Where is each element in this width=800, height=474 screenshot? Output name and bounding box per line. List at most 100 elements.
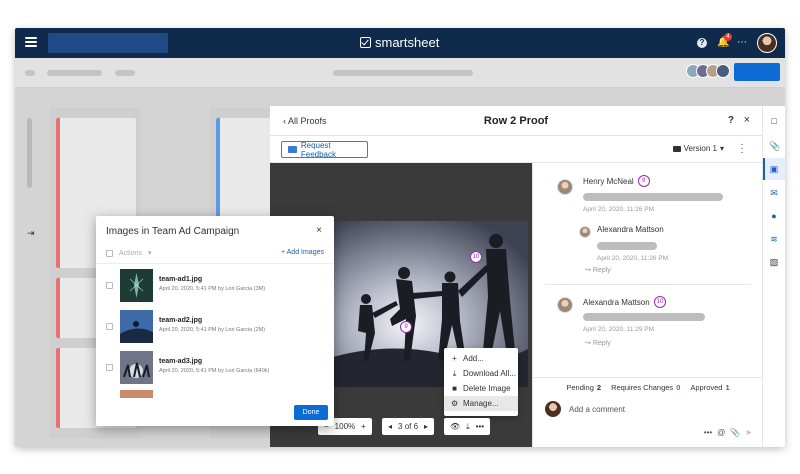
- comment-icon[interactable]: □: [769, 116, 779, 126]
- marker-badge[interactable]: 9: [637, 175, 650, 187]
- manage-images-menu: + Add... ⤓ Download All... ■ Delete Image ⚙…: [444, 348, 518, 416]
- version-selector[interactable]: Version 1 ▾: [672, 144, 724, 153]
- notification-badge: 4: [724, 33, 732, 41]
- comment-actions: ••• @ 📎 ➤: [704, 428, 752, 437]
- apps-grid-icon[interactable]: ⋯: [737, 38, 747, 48]
- author-name: Henry McNeal: [583, 176, 634, 186]
- zoom-level: 100%: [334, 422, 356, 431]
- image-thumbnail: [120, 310, 153, 343]
- image-row[interactable]: team-ad1.jpg April 20, 2020, 5:41 PM by …: [96, 266, 334, 306]
- menu-item-manage[interactable]: ⚙ Manage...: [444, 396, 518, 411]
- add-comment-field[interactable]: Add a comment: [545, 401, 625, 417]
- vertical-scrollbar[interactable]: [27, 118, 32, 188]
- toolbar-placeholder: [333, 70, 473, 76]
- proof-title: Row 2 Proof: [483, 115, 549, 127]
- comment-author: Alexandra Mattson 10: [583, 296, 667, 308]
- page-indicator: 3 of 6: [398, 422, 419, 431]
- proof-header: ‹ All Proofs Row 2 Proof ? ×: [270, 106, 762, 136]
- requires-changes-count: 0: [676, 383, 681, 392]
- toolbar-placeholder: [25, 70, 35, 76]
- update-requests-icon[interactable]: ✉: [769, 188, 779, 198]
- collapse-arrow-icon[interactable]: ⇥: [27, 228, 35, 239]
- approval-status: Pending 2 Requires Changes 0 Approved 1: [533, 383, 763, 392]
- mention-icon[interactable]: @: [717, 428, 725, 437]
- select-all-checkbox[interactable]: [106, 249, 113, 257]
- globe-icon[interactable]: ●: [769, 211, 779, 221]
- attachment-icon[interactable]: 📎: [730, 428, 740, 437]
- request-feedback-button[interactable]: Request Feedback: [281, 141, 368, 159]
- page-controls: ◂ 3 of 6 ▸: [382, 418, 435, 435]
- summary-icon[interactable]: ▧: [769, 257, 779, 267]
- help-icon[interactable]: ?: [728, 115, 734, 126]
- image-thumbnail-partial: [120, 390, 153, 398]
- send-icon[interactable]: ➤: [745, 428, 752, 437]
- menu-label: Add...: [463, 354, 484, 363]
- menu-item-add[interactable]: + Add...: [444, 351, 518, 366]
- comment-marker[interactable]: 9: [400, 321, 412, 333]
- attachment-icon[interactable]: 📎: [769, 141, 780, 151]
- user-avatar[interactable]: [757, 33, 777, 53]
- pending-label: Pending: [566, 383, 594, 392]
- chevron-down-icon: ▾: [147, 250, 152, 257]
- requires-changes-status: Requires Changes 0: [611, 383, 680, 392]
- row-checkbox[interactable]: [106, 323, 113, 330]
- more-horizontal-icon[interactable]: •••: [476, 422, 484, 431]
- reply-label: Reply: [592, 267, 611, 274]
- done-button[interactable]: Done: [294, 405, 328, 420]
- actions-dropdown[interactable]: Actions ▾: [106, 249, 151, 257]
- toolbar-placeholder: [47, 70, 102, 76]
- images-dialog: Images in Team Ad Campaign × Actions ▾ + …: [96, 216, 334, 426]
- comment-text-placeholder: [597, 242, 657, 250]
- comment-text-placeholder: [583, 193, 723, 201]
- more-options-icon[interactable]: · · ·: [740, 140, 744, 158]
- menu-item-delete-image[interactable]: ■ Delete Image: [444, 381, 518, 396]
- zoom-in-icon[interactable]: +: [361, 422, 366, 431]
- proofs-icon[interactable]: ▣: [769, 164, 779, 174]
- comment-timestamp: April 20, 2020, 11:26 PM: [597, 255, 669, 262]
- requires-changes-label: Requires Changes: [611, 383, 674, 392]
- layers-icon: [672, 145, 681, 152]
- image-row[interactable]: team-ad2.jpg April 20, 2020, 5:41 PM by …: [96, 307, 334, 347]
- reply-link[interactable]: ↪ Reply: [585, 339, 611, 347]
- image-thumbnail: [120, 269, 153, 302]
- comment-marker[interactable]: 10: [470, 251, 482, 263]
- top-icons: ? 🔔 4 ⋯: [697, 33, 777, 53]
- image-meta: April 20, 2020, 5:41 PM by Lori Garcia (…: [159, 327, 266, 333]
- pending-count: 2: [596, 383, 602, 392]
- add-images-link[interactable]: + Add Images: [281, 249, 324, 256]
- bell-icon[interactable]: 🔔 4: [717, 33, 732, 48]
- comment-timestamp: April 20, 2020, 11:29 PM: [583, 326, 655, 333]
- menu-label: Download All...: [463, 369, 516, 378]
- eye-icon[interactable]: 👁: [450, 422, 460, 431]
- close-icon[interactable]: ×: [744, 114, 750, 126]
- menu-item-download-all[interactable]: ⤓ Download All...: [444, 366, 518, 381]
- sheet-toolbar: [15, 58, 785, 88]
- collaborator-avatars[interactable]: [686, 64, 730, 78]
- download-icon[interactable]: ⤓: [466, 422, 470, 432]
- close-icon[interactable]: ×: [316, 225, 322, 236]
- comments-panel: Henry McNeal 9 April 20, 2020, 11:26 PM …: [532, 163, 763, 447]
- comment-author: Henry McNeal 9: [583, 175, 650, 187]
- activity-icon[interactable]: ≋: [769, 234, 779, 244]
- app-window: smartsheet ? 🔔 4 ⋯ ⇥ ‹ All Proofs Row 2 …: [15, 28, 785, 447]
- row-checkbox[interactable]: [106, 364, 113, 371]
- comment-divider: [545, 284, 751, 285]
- help-icon[interactable]: ?: [697, 38, 707, 48]
- add-comment-placeholder: Add a comment: [569, 404, 626, 414]
- image-row[interactable]: team-ad3.jpg April 20, 2020, 5:41 PM by …: [96, 348, 334, 388]
- chevron-down-icon: ▾: [719, 144, 724, 153]
- next-page-icon[interactable]: ▸: [424, 422, 428, 431]
- version-label: Version 1: [683, 144, 717, 153]
- menu-icon[interactable]: [25, 37, 37, 47]
- download-icon: ⤓: [452, 368, 457, 378]
- search-field[interactable]: [48, 33, 168, 53]
- right-sidebar: □ 📎 ▣ ✉ ● ≋ ▧: [762, 106, 785, 447]
- plus-icon: +: [452, 354, 457, 363]
- reply-link[interactable]: ↪ Reply: [585, 266, 611, 274]
- previous-page-icon[interactable]: ◂: [388, 422, 392, 431]
- approved-status: Approved 1: [690, 383, 729, 392]
- share-button[interactable]: [734, 63, 780, 81]
- more-horizontal-icon[interactable]: •••: [704, 428, 712, 437]
- row-checkbox[interactable]: [106, 282, 113, 289]
- marker-badge[interactable]: 10: [653, 296, 667, 308]
